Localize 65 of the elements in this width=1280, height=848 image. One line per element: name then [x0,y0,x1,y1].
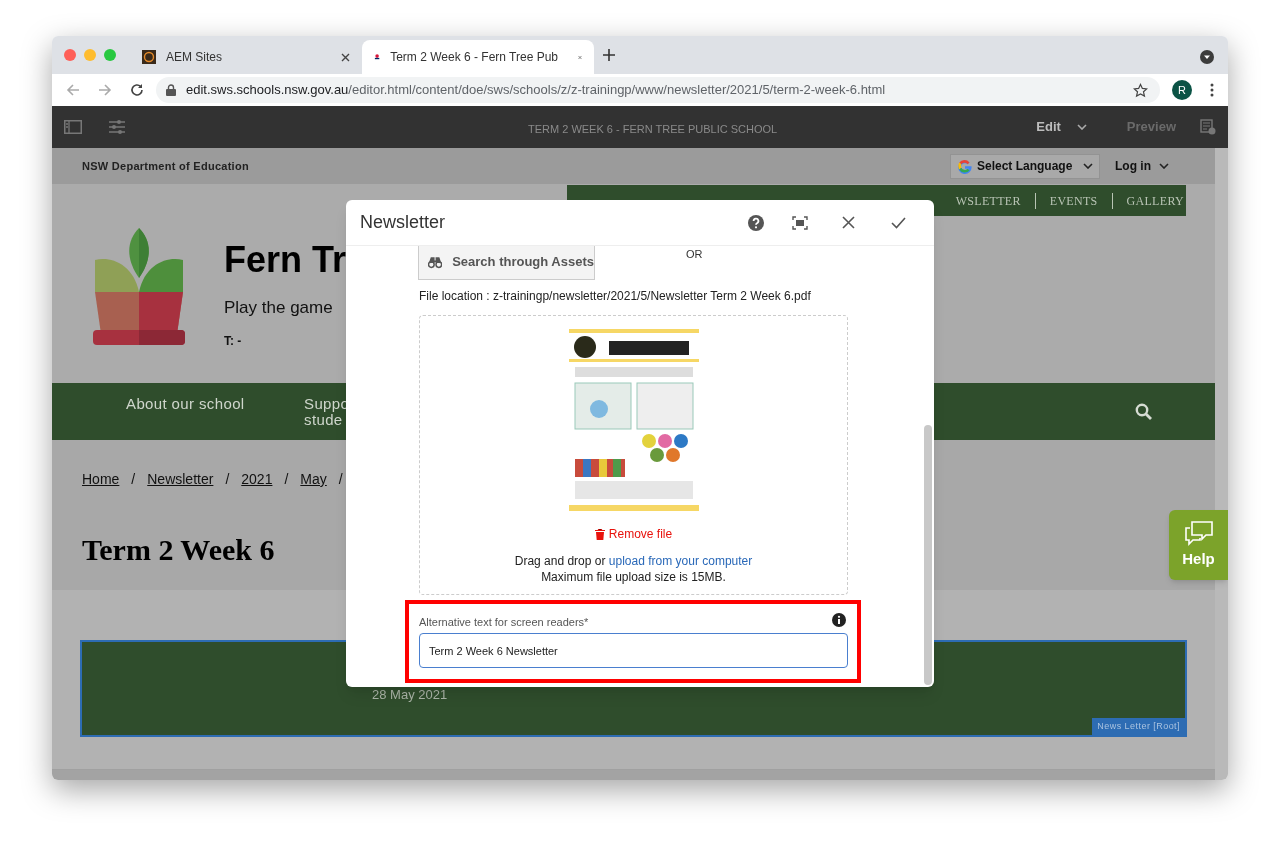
language-select[interactable]: Select Language [950,153,1100,179]
url-text: edit.sws.schools.nsw.gov.au/editor.html/content/doe/sws/schools/z/z-trainingp/www/newsletter/2021/5/term-2-week-6.html [186,81,886,100]
mode-dropdown[interactable]: Edit [1036,117,1087,137]
remove-file-button[interactable]: Remove file [594,525,673,543]
chevron-down-icon [1076,124,1087,130]
breadcrumb-link[interactable]: May [300,469,327,490]
search-assets-button[interactable]: Search through Assets [418,246,595,280]
date-text: 28 May 2021 [372,686,448,704]
trash-icon [594,528,605,540]
profile-avatar[interactable]: R [1172,80,1192,100]
confirm-checkmark-icon[interactable] [891,216,906,229]
annotation-icon[interactable] [1200,119,1216,135]
close-icon[interactable] [842,216,855,229]
or-text: OR [686,247,703,262]
school-name: Fern Tr [224,242,347,278]
nav-link[interactable]: GALLERY [1126,191,1184,210]
breadcrumb-link[interactable]: 2021 [241,469,273,490]
chevron-down-icon [1083,163,1093,169]
breadcrumb-link[interactable]: Newsletter [147,469,214,490]
search-icon[interactable] [1135,403,1152,420]
tab-title: AEM Sites [166,49,222,66]
dialog-title: Newsletter [360,211,446,234]
tab-title: Term 2 Week 6 - Fern Tree Pub [390,49,559,66]
side-panel-icon[interactable] [64,120,82,134]
upload-instructions: Drag and drop or upload from your computer Maximum file upload size is 15MB. [514,553,753,585]
breadcrumb-separator: / [225,470,230,489]
dialog-scrollbar[interactable] [924,425,932,685]
component-label: News Letter [Root] [1092,717,1185,735]
fullscreen-icon[interactable] [792,215,808,230]
breadcrumb-separator: / [131,470,136,489]
close-tab-icon[interactable] [341,52,350,62]
google-g-icon [957,158,973,174]
upload-link[interactable]: upload from your computer [608,554,753,568]
phone-text: T: - [224,333,242,350]
school-motto: Play the game [224,297,333,319]
breadcrumb-separator: / [338,470,343,489]
chat-bubbles-icon [1183,519,1214,546]
alt-text-field[interactable]: Term 2 Week 6 Newsletter [419,633,848,668]
nav-link[interactable]: EVENTS [1049,191,1098,210]
tab-search-icon[interactable] [1200,50,1214,64]
breadcrumb-link[interactable]: Home [82,469,120,490]
address-bar[interactable]: edit.sws.schools.nsw.gov.au/editor.html/content/doe/sws/schools/z/z-trainingp/www/newsletter/2021/5/term-2-week-6.html [156,77,1160,103]
drop-zone[interactable]: Remove file Drag and drop or upload from your computer Maximum file upload size is 15MB. [419,315,848,595]
chevron-down-icon [1159,163,1169,169]
info-icon[interactable] [832,613,846,627]
reload-icon[interactable] [130,83,144,97]
browser-tab[interactable]: Term 2 Week 6 - Fern Tree Pub [362,40,594,74]
nav-link[interactable]: WSLETTER [955,191,1021,210]
new-tab-icon[interactable] [602,48,616,62]
breadcrumb-separator: / [284,470,289,489]
help-icon[interactable] [748,214,764,231]
file-location-text: File location : z-trainingp/newsletter/2021/5/Newsletter Term 2 Week 6.pdf [419,288,811,305]
properties-icon[interactable] [108,119,126,135]
page-heading: Term 2 Week 6 [82,532,275,568]
site-favicon-icon [142,50,156,64]
binoculars-icon [428,255,443,269]
login-dropdown[interactable]: Log in [1115,157,1169,175]
page-title: TERM 2 WEEK 6 - FERN TREE PUBLIC SCHOOL [528,122,778,137]
menu-icon[interactable] [1210,83,1214,97]
nav-link[interactable]: About our school [126,396,245,412]
field-label: Alternative text for screen readers* [419,615,589,630]
department-name: NSW Department of Education [82,158,249,174]
bookmark-star-icon[interactable] [1133,82,1148,98]
lock-icon [166,84,176,96]
plant-logo-icon [93,228,185,345]
